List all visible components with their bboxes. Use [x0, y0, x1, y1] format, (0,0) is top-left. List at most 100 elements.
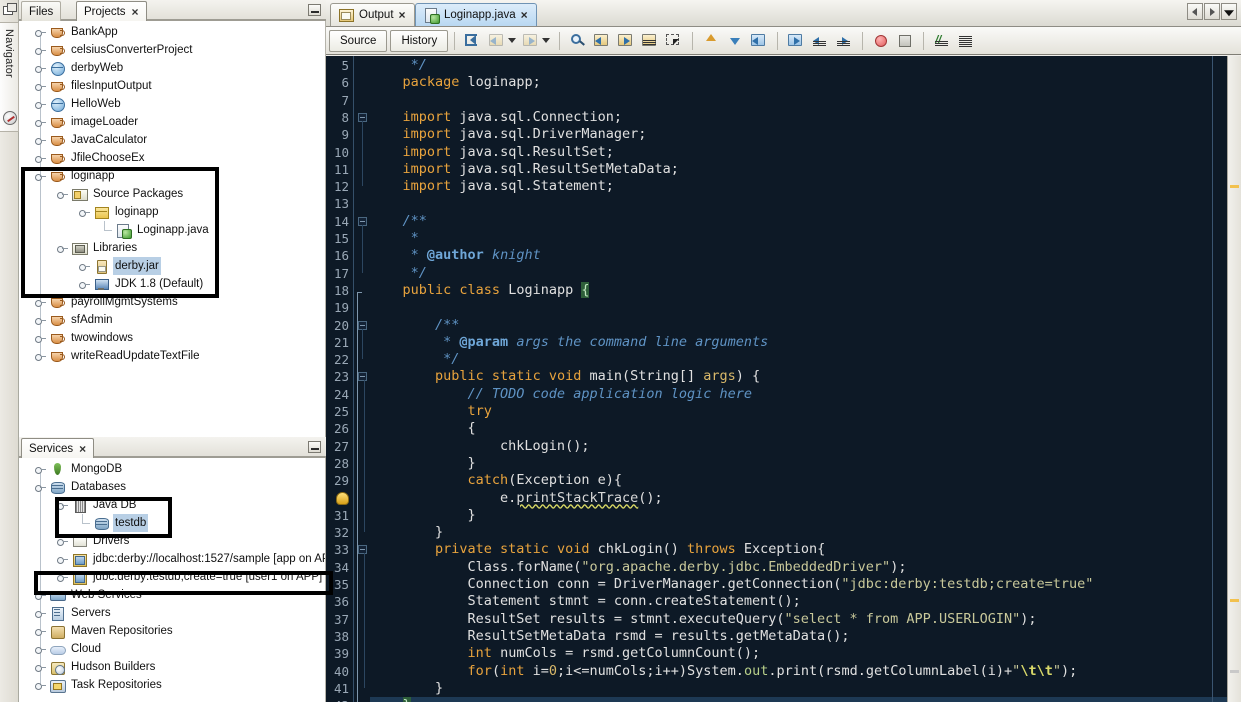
expand-handle-icon[interactable] — [35, 350, 46, 361]
shift-line-right-icon[interactable] — [786, 31, 806, 51]
fold-toggle-icon[interactable] — [358, 545, 367, 555]
expand-handle-icon[interactable] — [35, 463, 46, 474]
expand-handle-icon[interactable] — [35, 625, 46, 636]
forward-navigation-icon[interactable] — [521, 31, 541, 51]
expand-handle-icon[interactable] — [35, 332, 46, 343]
collapse-handle-icon[interactable] — [35, 170, 46, 181]
source-view-button[interactable]: Source — [329, 29, 388, 52]
tree-item-sfadmin[interactable]: sfAdmin — [35, 311, 115, 329]
scroll-tabs-right-icon[interactable] — [1204, 3, 1220, 20]
fold-toggle-icon[interactable] — [358, 372, 367, 382]
source-code-editor[interactable]: 5 6 7 8 9 10 11 12 13 14 15 16 17 18 19 20 21 22 23 24 25 26 2… — [326, 56, 1241, 702]
tree-item-bankapp[interactable]: BankApp — [35, 23, 120, 41]
expand-handle-icon[interactable] — [57, 553, 68, 564]
error-stripe-mark[interactable] — [1230, 185, 1239, 189]
expand-handle-icon[interactable] — [35, 62, 46, 73]
collapse-handle-icon[interactable] — [57, 242, 68, 253]
collapse-handle-icon[interactable] — [35, 481, 46, 492]
tree-item-hudson-builders[interactable]: Hudson Builders — [35, 658, 157, 676]
window-icon[interactable] — [2, 3, 17, 15]
tree-item-drivers[interactable]: Drivers — [57, 532, 131, 550]
next-bookmark-icon[interactable] — [616, 31, 636, 51]
expand-handle-icon[interactable] — [35, 296, 46, 307]
uncomment-icon[interactable] — [956, 31, 976, 51]
collapse-handle-icon[interactable] — [57, 499, 68, 510]
minimize-icon[interactable] — [308, 4, 321, 16]
forward-dropdown-icon[interactable] — [542, 38, 551, 43]
tree-item-filesinputoutput[interactable]: filesInputOutput — [35, 77, 154, 95]
error-stripe-mark[interactable] — [1230, 669, 1239, 673]
tree-item-testdb[interactable]: testdb — [82, 514, 149, 532]
back-navigation-icon[interactable] — [487, 31, 507, 51]
expand-handle-icon[interactable] — [35, 314, 46, 325]
tree-item-mongodb[interactable]: MongoDB — [35, 460, 124, 478]
tree-item-jdk-1-8-default[interactable]: JDK 1.8 (Default) — [79, 275, 205, 293]
expand-handle-icon[interactable] — [79, 278, 90, 289]
tree-item-maven-repositories[interactable]: Maven Repositories — [35, 622, 175, 640]
toggle-bookmark-icon[interactable] — [640, 31, 660, 51]
tree-item-jfilechooseex[interactable]: JfileChooseEx — [35, 149, 147, 167]
close-icon[interactable]: × — [77, 443, 86, 455]
tree-item-task-repositories[interactable]: Task Repositories — [35, 676, 164, 694]
services-tree[interactable]: MongoDB Databases Java DB testdb Drivers jdbc… — [19, 458, 326, 702]
error-stripe-mark[interactable] — [1230, 598, 1239, 602]
minimize-icon[interactable] — [308, 441, 321, 453]
expand-handle-icon[interactable] — [35, 589, 46, 600]
tree-item-loginapp[interactable]: loginapp — [79, 203, 160, 221]
expand-handle-icon[interactable] — [35, 643, 46, 654]
tab-files[interactable]: Files — [21, 1, 62, 21]
expand-handle-icon[interactable] — [35, 152, 46, 163]
comment-icon[interactable]: // — [932, 31, 952, 51]
history-view-button[interactable]: History — [390, 29, 449, 52]
tree-item-celsiusconverterproject[interactable]: celsiusConverterProject — [35, 41, 194, 59]
expand-handle-icon[interactable] — [35, 44, 46, 55]
expand-handle-icon[interactable] — [35, 26, 46, 37]
expand-handle-icon[interactable] — [57, 571, 68, 582]
tree-item-derbyweb[interactable]: derbyWeb — [35, 59, 125, 77]
tree-item-payrollmgmtsystems[interactable]: payrollMgmtSystems — [35, 293, 180, 311]
code-folding-column[interactable] — [355, 56, 369, 702]
stop-macro-recording-icon[interactable] — [895, 31, 915, 51]
tree-item-java-db[interactable]: Java DB — [57, 496, 138, 514]
toggle-rectangular-selection-icon[interactable] — [664, 31, 684, 51]
tree-item-web-services[interactable]: Web Services — [35, 586, 144, 604]
previous-bookmark-icon[interactable] — [592, 31, 612, 51]
indent-right-icon[interactable] — [834, 31, 854, 51]
error-stripe-scrollbar[interactable] — [1227, 56, 1241, 702]
warning-hint-icon[interactable] — [336, 491, 349, 505]
tab-services[interactable]: Services × — [21, 438, 95, 458]
expand-handle-icon[interactable] — [35, 116, 46, 127]
projects-tree[interactable]: BankApp celsiusConverterProject derbyWeb fi… — [19, 21, 326, 437]
next-error-icon[interactable] — [725, 31, 745, 51]
tab-list-dropdown-icon[interactable] — [1221, 3, 1237, 20]
tree-item-source-packages[interactable]: Source Packages — [57, 185, 185, 203]
scroll-tabs-left-icon[interactable] — [1187, 3, 1203, 20]
back-dropdown-icon[interactable] — [508, 38, 517, 43]
expand-handle-icon[interactable] — [57, 535, 68, 546]
close-icon[interactable]: × — [399, 8, 406, 22]
tree-item-loginapp-java[interactable]: Loginapp.java — [104, 221, 211, 239]
tree-item-twowindows[interactable]: twowindows — [35, 329, 135, 347]
find-selection-icon[interactable] — [568, 31, 588, 51]
expand-handle-icon[interactable] — [35, 679, 46, 690]
tree-item-writereadupdatetextfile[interactable]: writeReadUpdateTextFile — [35, 347, 201, 365]
tree-item-derby-jar[interactable]: derby.jar — [79, 257, 161, 275]
line-number-gutter[interactable]: 5 6 7 8 9 10 11 12 13 14 15 16 17 18 19 20 21 22 23 24 25 26 2… — [326, 56, 354, 702]
expand-handle-icon[interactable] — [35, 80, 46, 91]
tree-item-servers[interactable]: Servers — [35, 604, 113, 622]
tab-projects[interactable]: Projects × — [76, 1, 147, 21]
editor-tab-output[interactable]: Output × — [330, 3, 415, 26]
expand-handle-icon[interactable] — [35, 98, 46, 109]
indent-left-icon[interactable] — [810, 31, 830, 51]
tree-item-imageloader[interactable]: imageLoader — [35, 113, 140, 131]
tree-item-javacalculator[interactable]: JavaCalculator — [35, 131, 149, 149]
tree-item-cloud[interactable]: Cloud — [35, 640, 103, 658]
collapse-handle-icon[interactable] — [57, 188, 68, 199]
last-edit-position-icon[interactable] — [463, 31, 483, 51]
tree-item-loginapp[interactable]: loginapp — [35, 167, 116, 185]
tree-item-libraries[interactable]: Libraries — [57, 239, 139, 257]
tree-item-jdbc-derby-testdb-create-true-user1-on-app[interactable]: jdbc:derby:testdb;create=true [user1 on … — [57, 568, 324, 586]
tree-item-jdbc-derby-localhost-1527-sample-app-on-app[interactable]: jdbc:derby://localhost:1527/sample [app … — [57, 550, 325, 568]
expand-handle-icon[interactable] — [35, 607, 46, 618]
code-text[interactable]: */ package loginapp; import java.sql.Con… — [370, 56, 1241, 702]
